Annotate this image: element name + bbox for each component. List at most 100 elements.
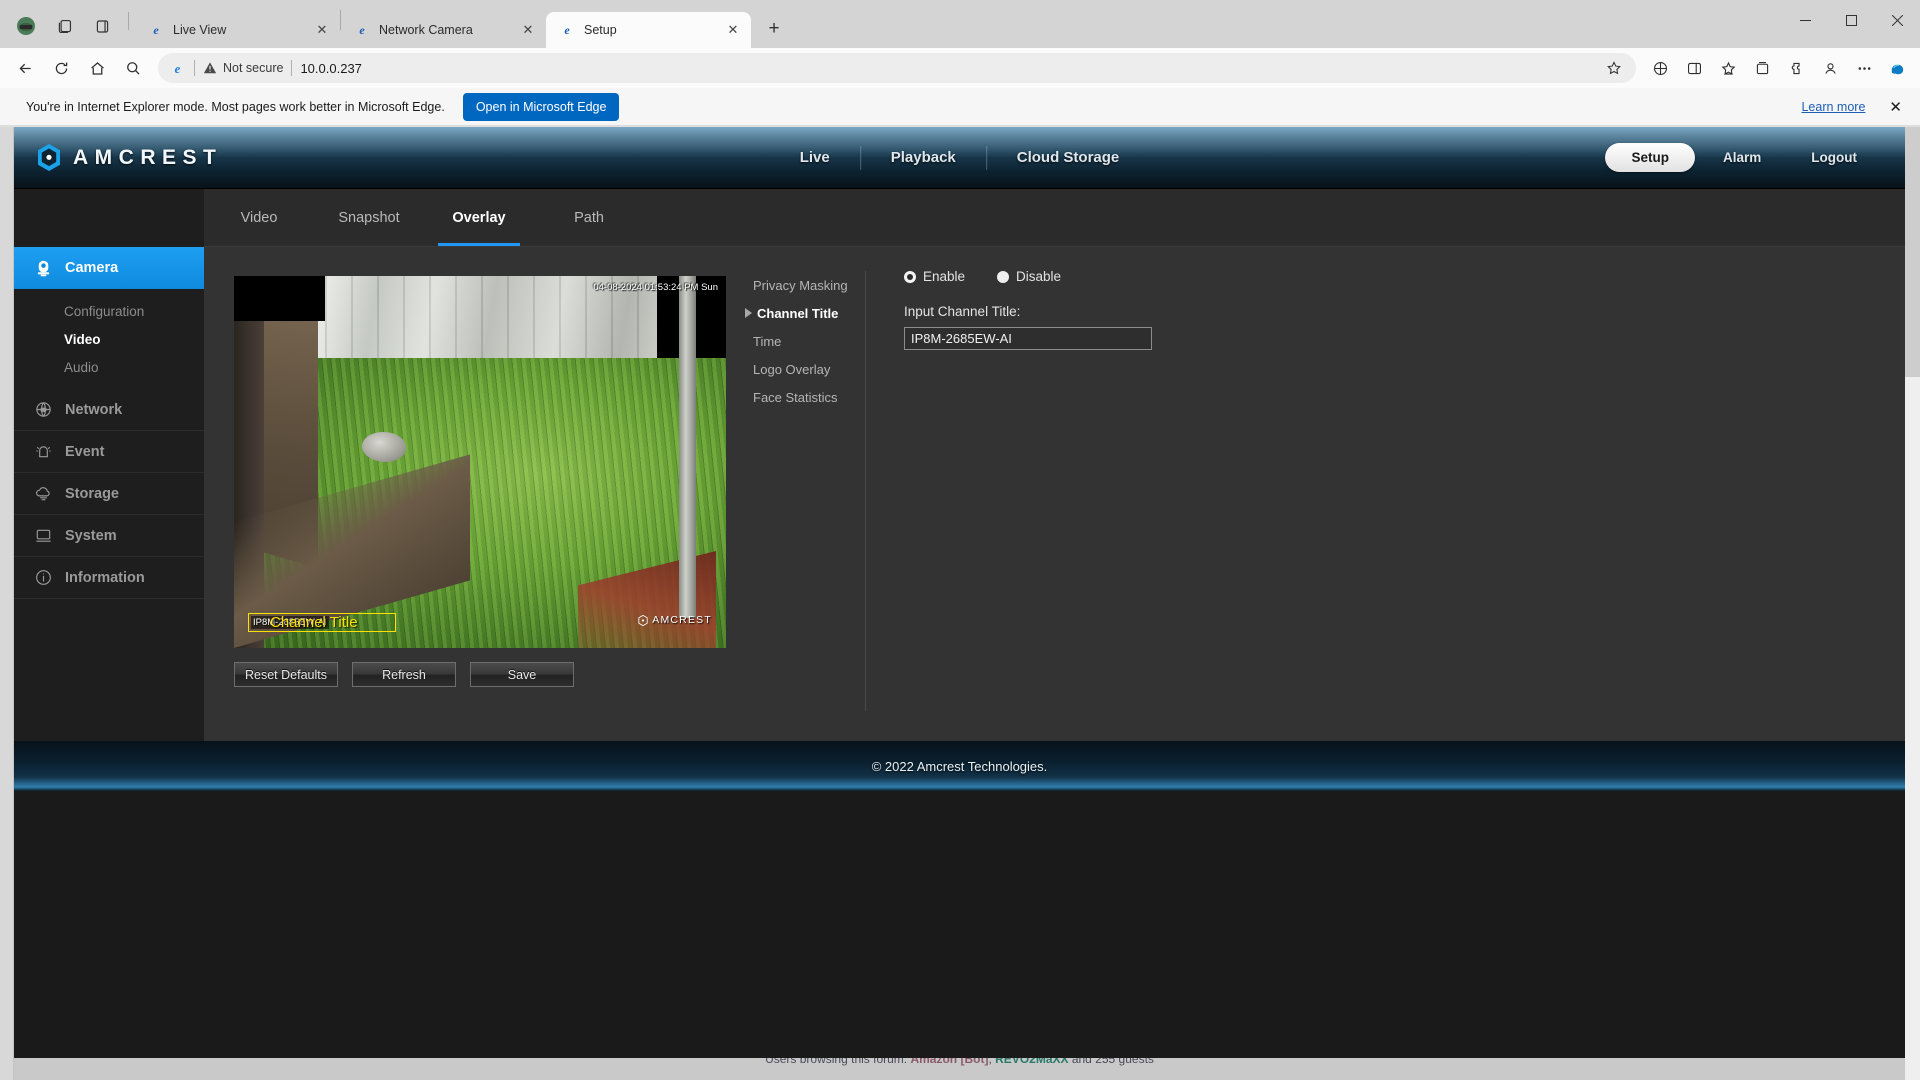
learn-more-link[interactable]: Learn more — [1801, 100, 1865, 114]
save-button[interactable]: Save — [470, 662, 574, 687]
titlebar-divider — [128, 12, 129, 30]
overlay-item-logo-overlay[interactable]: Logo Overlay — [744, 355, 865, 383]
tab-overlay[interactable]: Overlay — [424, 189, 534, 246]
tab-video[interactable]: Video — [204, 189, 314, 246]
maximize-button[interactable] — [1828, 0, 1874, 40]
close-window-button[interactable] — [1874, 0, 1920, 40]
security-status[interactable]: Not secure — [203, 61, 283, 75]
forum-suffix: and 255 guests — [1068, 1058, 1154, 1066]
back-button[interactable] — [8, 52, 42, 84]
sidebar-item-video[interactable]: Video — [14, 325, 204, 353]
split-screen-icon[interactable] — [84, 10, 120, 42]
privacy-mask-region[interactable] — [234, 276, 326, 321]
sidebar-item-network[interactable]: Network — [14, 389, 204, 431]
sidebar-item-audio[interactable]: Audio — [14, 353, 204, 381]
collections-icon[interactable] — [1746, 53, 1778, 83]
favorites-icon[interactable] — [1712, 53, 1744, 83]
nav-item-cloud-storage[interactable]: Cloud Storage — [987, 149, 1150, 166]
sidebar-item-system[interactable]: System — [14, 515, 204, 557]
amcrest-footer: © 2022 Amcrest Technologies. — [14, 741, 1905, 791]
sidebar-item-information[interactable]: Information — [14, 557, 204, 599]
page-scrollbar[interactable] — [1905, 127, 1920, 1080]
close-icon[interactable]: ✕ — [518, 20, 538, 40]
cloud-storage-icon — [32, 483, 54, 505]
ie-mode-banner: You're in Internet Explorer mode. Most p… — [0, 88, 1920, 126]
radio-button-selected-icon[interactable] — [904, 270, 916, 283]
amcrest-header: AMCREST Live Playback Cloud Storage Setu… — [14, 127, 1905, 189]
browser-tab-network-camera[interactable]: e Network Camera ✕ — [341, 12, 546, 48]
overlay-item-list: Privacy Masking Channel Title Time Logo … — [744, 271, 866, 711]
nav-item-logout[interactable]: Logout — [1789, 150, 1879, 165]
browser-essentials-icon[interactable] — [1644, 53, 1676, 83]
background-page-bleed: Users browsing this forum: Amazon [Bot],… — [14, 1058, 1905, 1080]
forum-bot-name: Amazon [Bot] — [910, 1058, 989, 1066]
tab-groups-icon[interactable] — [46, 10, 82, 42]
input-channel-title-label: Input Channel Title: — [904, 304, 1021, 319]
input-channel-title-field[interactable] — [904, 327, 1152, 350]
osd-watermark-text: AMCREST — [652, 614, 712, 626]
close-icon[interactable]: ✕ — [1885, 98, 1906, 116]
open-in-edge-button[interactable]: Open in Microsoft Edge — [462, 92, 620, 121]
sidebar-group-camera: Camera Configuration Video Audio — [14, 247, 221, 389]
radio-button-unselected-icon[interactable] — [997, 270, 1010, 283]
tab-path[interactable]: Path — [534, 189, 644, 246]
nav-item-playback[interactable]: Playback — [861, 149, 986, 166]
home-icon[interactable] — [80, 52, 114, 84]
viewport-left-gutter — [0, 127, 14, 1080]
close-icon[interactable]: ✕ — [723, 20, 743, 40]
titlebar-icon-group — [8, 8, 135, 48]
minimize-button[interactable] — [1782, 0, 1828, 40]
overlay-item-channel-title[interactable]: Channel Title — [744, 299, 865, 327]
overlay-item-face-statistics[interactable]: Face Statistics — [744, 383, 865, 411]
nav-item-setup[interactable]: Setup — [1605, 143, 1695, 172]
tab-label: Setup — [584, 23, 617, 37]
browser-tab-setup[interactable]: e Setup ✕ — [546, 12, 751, 48]
search-icon[interactable] — [116, 52, 150, 84]
tab-snapshot[interactable]: Snapshot — [314, 189, 424, 246]
channel-title-form: Enable Disable Input Channel Title: — [904, 269, 1152, 350]
network-globe-icon — [32, 399, 54, 421]
overlay-item-privacy-masking[interactable]: Privacy Masking — [744, 271, 865, 299]
sidebar-item-camera[interactable]: Camera — [14, 247, 221, 289]
radio-enable-label: Enable — [923, 269, 966, 284]
close-icon[interactable]: ✕ — [312, 20, 332, 40]
setup-sidebar: Camera Configuration Video Audio Network — [14, 189, 221, 741]
osd-timestamp: 04-08-2024 01:53:24 PM Sun — [593, 282, 718, 293]
warning-triangle-icon — [203, 62, 217, 74]
nav-item-alarm[interactable]: Alarm — [1701, 150, 1783, 165]
split-screen-icon[interactable] — [1678, 53, 1710, 83]
omnibox-divider-1 — [194, 60, 195, 76]
sidebar-item-label: Network — [65, 401, 123, 418]
sidebar-item-storage[interactable]: Storage — [14, 473, 204, 515]
reset-defaults-button[interactable]: Reset Defaults — [234, 662, 338, 687]
ie-banner-actions: Learn more ✕ — [1801, 98, 1906, 116]
sidebar-item-configuration[interactable]: Configuration — [14, 297, 204, 325]
amcrest-hex-logo-icon — [36, 143, 62, 172]
sidebar-item-event[interactable]: Event — [14, 431, 204, 473]
more-icon[interactable] — [1848, 53, 1880, 83]
refresh-button[interactable]: Refresh — [352, 662, 456, 687]
new-tab-button[interactable]: + — [757, 12, 791, 46]
radio-enable[interactable]: Enable — [904, 269, 965, 284]
tab-label: Live View — [173, 23, 227, 37]
extensions-icon[interactable] — [1780, 53, 1812, 83]
browser-tab-live-view[interactable]: e Live View ✕ — [135, 12, 340, 48]
app-icon — [8, 10, 44, 42]
url-omnibox[interactable]: e Not secure 10.0.0.237 — [158, 53, 1636, 83]
internet-explorer-icon: e — [558, 21, 576, 39]
star-icon[interactable] — [1598, 53, 1630, 83]
brand-logo[interactable]: AMCREST — [36, 143, 222, 172]
overlay-item-time[interactable]: Time — [744, 327, 865, 355]
camera-preview[interactable]: 04-08-2024 01:53:24 PM Sun AMCREST IP8M-… — [234, 276, 726, 648]
scrollbar-thumb[interactable] — [1905, 127, 1920, 377]
sidebar-item-label: Event — [65, 443, 105, 460]
refresh-button[interactable] — [44, 52, 78, 84]
overlay-item-label: Privacy Masking — [753, 277, 848, 293]
url-text[interactable]: 10.0.0.237 — [300, 61, 361, 76]
copilot-icon[interactable] — [1882, 53, 1912, 83]
radio-disable[interactable]: Disable — [997, 269, 1061, 284]
profile-icon[interactable] — [1814, 53, 1846, 83]
nav-item-live[interactable]: Live — [770, 149, 860, 166]
overlay-panel-inner: 04-08-2024 01:53:24 PM Sun AMCREST IP8M-… — [204, 247, 1905, 741]
tab-label: Network Camera — [379, 23, 473, 37]
